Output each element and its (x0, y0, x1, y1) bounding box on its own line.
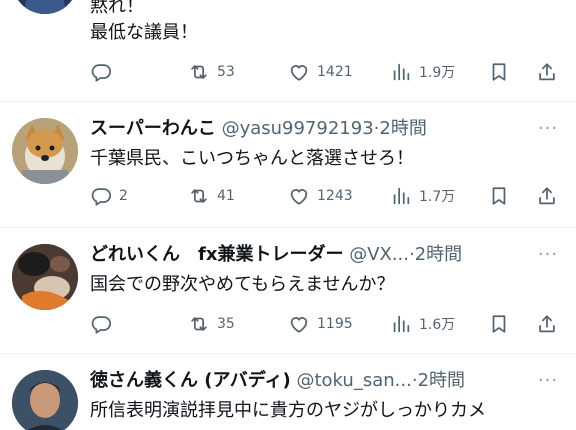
tweet-text: 国会での野次やめてもらえませんか？ (90, 274, 395, 295)
share-button[interactable] (536, 60, 558, 84)
heart-icon (290, 189, 308, 205)
like-count: 1243 (317, 188, 353, 204)
bookmark-icon (492, 187, 506, 205)
tweet-text: 所信表明演説拝見中に貴方のヤジがしっかりカメ (90, 400, 486, 421)
timeline-feed: 黙れ！ 最低な議員！ 53 1421 1.9万 スーパーわんこ @yasu997… (0, 0, 576, 430)
reply-count: 2 (119, 188, 128, 204)
reply-bubble-icon (91, 64, 112, 82)
views-bar-chart-icon (393, 315, 410, 333)
tweet-actions: 35 1195 1.6万 (90, 312, 562, 336)
more-horizontal-icon[interactable]: ··· (536, 372, 560, 394)
more-horizontal-icon[interactable]: ··· (536, 120, 560, 142)
retweet-icon (191, 317, 207, 331)
timestamp[interactable]: 2時間 (379, 118, 426, 139)
heart-icon (290, 317, 308, 333)
tweet-text: 千葉県民、こいつちゃんと落選させろ！ (90, 148, 414, 169)
share-upload-icon (539, 315, 555, 333)
bookmark-button[interactable] (488, 184, 510, 208)
tweet-3[interactable]: 徳さん義くん (アバディ) @toku_san...·2時間 ··· 所信表明演… (0, 354, 576, 430)
avatar[interactable] (12, 244, 78, 310)
retweet-count: 53 (217, 64, 235, 80)
reply-button[interactable]: 2 (90, 184, 128, 208)
like-count: 1195 (317, 316, 353, 332)
tweet-header: どれいくん fx兼業トレーダー @VX...·2時間 (90, 242, 526, 268)
share-upload-icon (539, 63, 555, 81)
share-button[interactable] (536, 184, 558, 208)
tweet-2[interactable]: どれいくん fx兼業トレーダー @VX...·2時間 ··· 国会での野次やめて… (0, 228, 576, 352)
view-count: 1.6万 (419, 317, 456, 333)
views-bar-chart-icon (393, 63, 410, 81)
like-button[interactable]: 1195 (288, 312, 353, 336)
views-button[interactable]: 1.6万 (390, 312, 455, 336)
retweet-count: 41 (217, 188, 235, 204)
bookmark-button[interactable] (488, 312, 510, 336)
bookmark-icon (492, 315, 506, 333)
tweet-header: 徳さん義くん (アバディ) @toku_san...·2時間 (90, 368, 526, 394)
avatar[interactable] (12, 370, 78, 430)
reply-bubble-icon (91, 188, 112, 206)
like-button[interactable]: 1243 (288, 184, 353, 208)
reply-button[interactable] (90, 312, 119, 336)
share-upload-icon (539, 187, 555, 205)
bookmark-button[interactable] (488, 60, 510, 84)
views-bar-chart-icon (393, 187, 410, 205)
tweet-header: スーパーわんこ @yasu99792193·2時間 (90, 116, 526, 142)
tweet-text: 黙れ！ 最低な議員！ (90, 0, 198, 43)
heart-icon (290, 65, 308, 81)
retweet-icon (191, 189, 207, 203)
bookmark-icon (492, 63, 506, 81)
avatar[interactable] (12, 0, 78, 14)
timestamp[interactable]: 2時間 (415, 244, 462, 265)
user-handle[interactable]: @VX... (349, 244, 409, 265)
retweet-icon (191, 65, 207, 79)
retweet-count: 35 (217, 316, 235, 332)
like-count: 1421 (317, 64, 353, 80)
user-handle[interactable]: @yasu99792193 (222, 118, 374, 139)
share-button[interactable] (536, 312, 558, 336)
display-name[interactable]: 徳さん義くん (アバディ) (90, 370, 291, 391)
display-name[interactable]: どれいくん fx兼業トレーダー (90, 244, 343, 265)
more-horizontal-icon[interactable]: ··· (536, 246, 560, 268)
reply-button[interactable] (90, 60, 119, 84)
views-button[interactable]: 1.7万 (390, 184, 455, 208)
retweet-button[interactable]: 53 (188, 60, 235, 84)
views-button[interactable]: 1.9万 (390, 60, 455, 84)
avatar[interactable] (12, 118, 78, 184)
display-name[interactable]: スーパーわんこ (90, 118, 216, 139)
tweet-actions: 53 1421 1.9万 (90, 60, 562, 84)
retweet-button[interactable]: 41 (188, 184, 235, 208)
tweet-1[interactable]: スーパーわんこ @yasu99792193·2時間 ··· 千葉県民、こいつちゃ… (0, 102, 576, 226)
like-button[interactable]: 1421 (288, 60, 353, 84)
timestamp[interactable]: 2時間 (418, 370, 465, 391)
view-count: 1.9万 (419, 65, 456, 81)
tweet-actions: 2 41 1243 1.7万 (90, 184, 562, 208)
reply-bubble-icon (91, 316, 112, 334)
view-count: 1.7万 (419, 189, 456, 205)
retweet-button[interactable]: 35 (188, 312, 235, 336)
tweet-0[interactable]: 黙れ！ 最低な議員！ 53 1421 1.9万 (0, 0, 576, 100)
user-handle[interactable]: @toku_san... (296, 370, 411, 391)
